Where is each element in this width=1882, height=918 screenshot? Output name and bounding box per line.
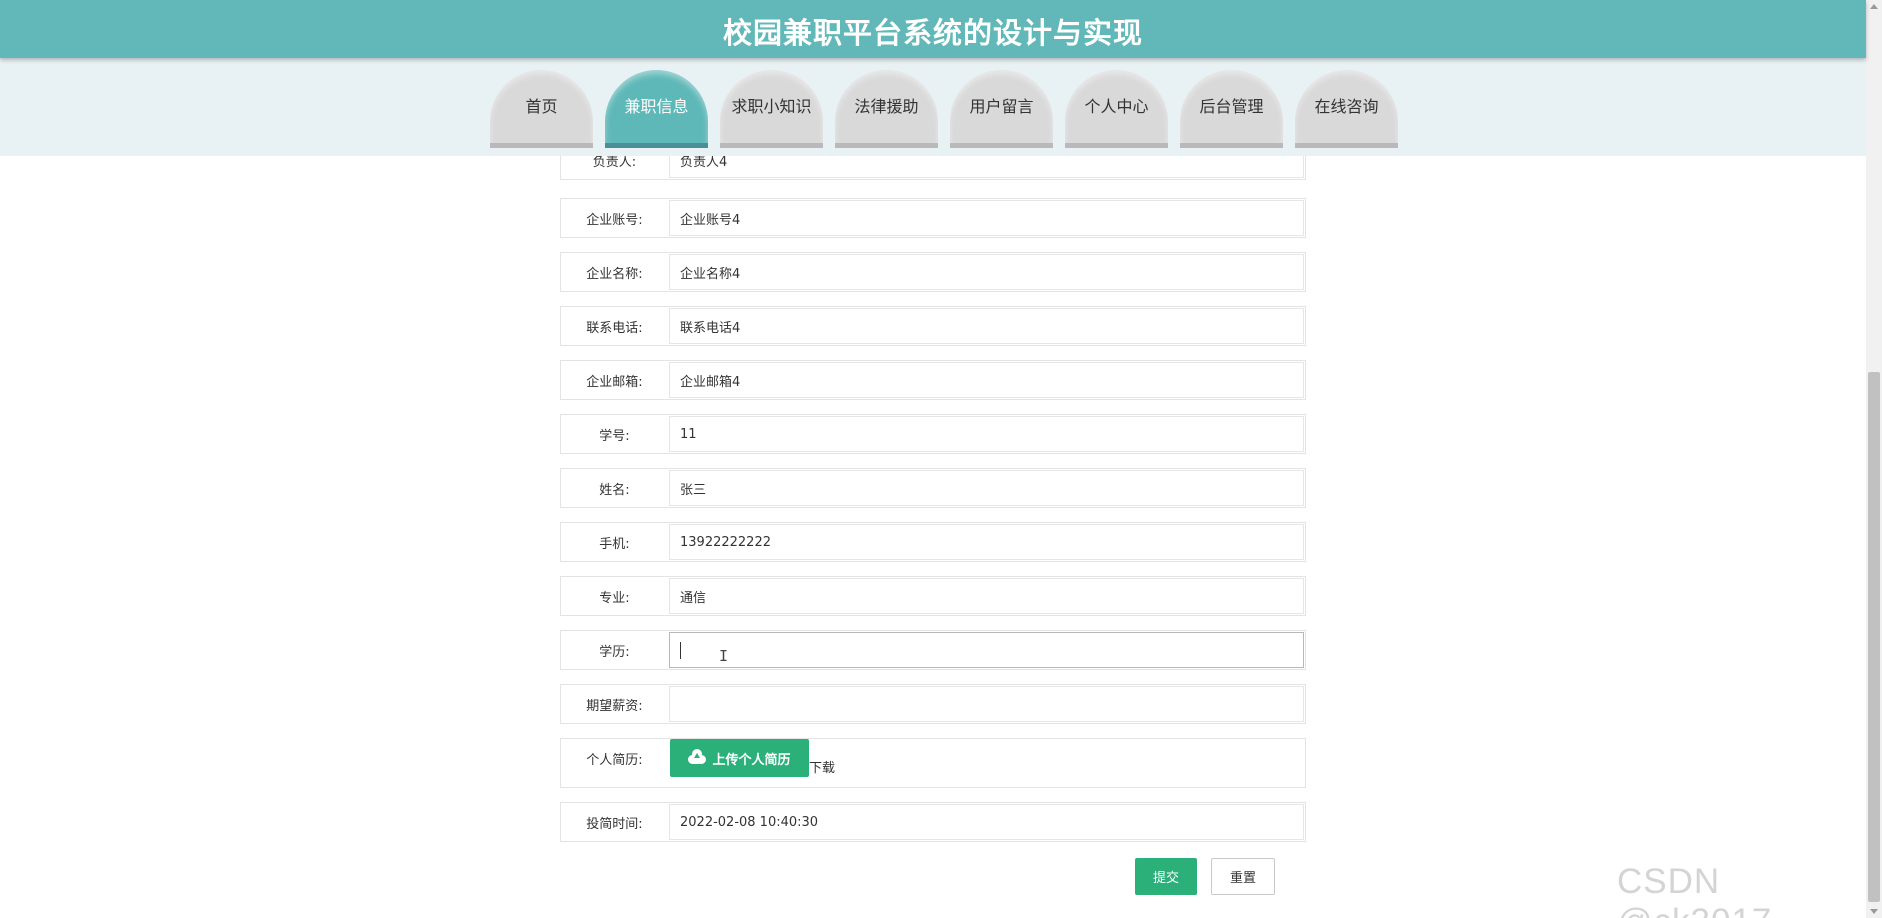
form-row-company-email: 企业邮箱: 企业邮箱4 xyxy=(560,360,1306,400)
form-row-contact-phone: 联系电话: 联系电话4 xyxy=(560,306,1306,346)
company-name-input[interactable]: 企业名称4 xyxy=(669,254,1304,290)
reset-button[interactable]: 重置 xyxy=(1211,858,1275,895)
company-email-input[interactable]: 企业邮箱4 xyxy=(669,362,1304,398)
tab-legal-aid[interactable]: 法律援助 xyxy=(835,70,938,148)
field-label: 企业账号: xyxy=(586,212,643,228)
field-label: 专业: xyxy=(599,590,630,606)
field-label: 企业名称: xyxy=(586,266,643,282)
form-row-submit-time: 投简时间: 2022-02-08 10:40:30 xyxy=(560,802,1306,842)
field-label: 学号: xyxy=(599,428,630,444)
page-scrollbar[interactable] xyxy=(1866,0,1882,918)
form-row-mobile: 手机: 13922222222 xyxy=(560,522,1306,562)
tab-part-time-info[interactable]: 兼职信息 xyxy=(605,70,708,148)
watermark: CSDN @ck3017 xyxy=(1617,862,1771,918)
form-row-company-name: 企业名称: 企业名称4 xyxy=(560,252,1306,292)
i-beam-cursor-icon: I xyxy=(719,647,729,665)
form-row-resume: 个人简历: 上传个人简历 下载 xyxy=(560,738,1306,788)
field-label: 学历: xyxy=(599,644,630,660)
page-title: 校园兼职平台系统的设计与实现 xyxy=(722,16,1143,50)
field-label: 个人简历: xyxy=(586,752,643,768)
form-row-student-id: 学号: 11 xyxy=(560,414,1306,454)
expected-salary-input[interactable] xyxy=(669,686,1304,722)
company-account-input[interactable]: 企业账号4 xyxy=(669,200,1304,236)
form-row-major: 专业: 通信 xyxy=(560,576,1306,616)
field-label: 投简时间: xyxy=(586,816,643,832)
education-input[interactable] xyxy=(669,632,1304,668)
download-resume-link[interactable]: 下载 xyxy=(809,757,835,776)
form-row-company-account: 企业账号: 企业账号4 xyxy=(560,198,1306,238)
scrollbar-thumb[interactable] xyxy=(1868,372,1880,902)
field-label: 联系电话: xyxy=(586,320,643,336)
student-id-input[interactable]: 11 xyxy=(669,416,1304,452)
tab-user-messages[interactable]: 用户留言 xyxy=(950,70,1053,148)
nav-bar: 首页 兼职信息 求职小知识 法律援助 用户留言 个人中心 后台管理 在线咨询 xyxy=(0,58,1866,156)
tab-job-tips[interactable]: 求职小知识 xyxy=(720,70,823,148)
mobile-input[interactable]: 13922222222 xyxy=(669,524,1304,560)
contact-phone-input[interactable]: 联系电话4 xyxy=(669,308,1304,344)
form-row-name: 姓名: 张三 xyxy=(560,468,1306,508)
field-label: 期望薪资: xyxy=(586,698,643,714)
tab-personal-center[interactable]: 个人中心 xyxy=(1065,70,1168,148)
name-input[interactable]: 张三 xyxy=(669,470,1304,506)
scroll-up-icon[interactable] xyxy=(1870,4,1878,9)
upload-resume-label: 上传个人简历 xyxy=(712,752,791,768)
tab-online-consult[interactable]: 在线咨询 xyxy=(1295,70,1398,148)
text-caret xyxy=(680,641,681,659)
field-label: 姓名: xyxy=(599,482,630,498)
major-input[interactable]: 通信 xyxy=(669,578,1304,614)
field-label: 手机: xyxy=(599,536,630,552)
submit-button[interactable]: 提交 xyxy=(1135,858,1197,895)
tab-home[interactable]: 首页 xyxy=(490,70,593,148)
submit-time-input[interactable]: 2022-02-08 10:40:30 xyxy=(669,804,1304,840)
tab-admin[interactable]: 后台管理 xyxy=(1180,70,1283,148)
form-row-expected-salary: 期望薪资: xyxy=(560,684,1306,724)
form-row-education: 学历: I xyxy=(560,630,1306,670)
cloud-upload-icon xyxy=(688,749,707,764)
field-label: 企业邮箱: xyxy=(586,374,643,390)
nav-tabs: 首页 兼职信息 求职小知识 法律援助 用户留言 个人中心 后台管理 在线咨询 xyxy=(490,70,1398,148)
upload-resume-button[interactable]: 上传个人简历 xyxy=(670,739,809,777)
app-header: 校园兼职平台系统的设计与实现 xyxy=(0,0,1866,58)
